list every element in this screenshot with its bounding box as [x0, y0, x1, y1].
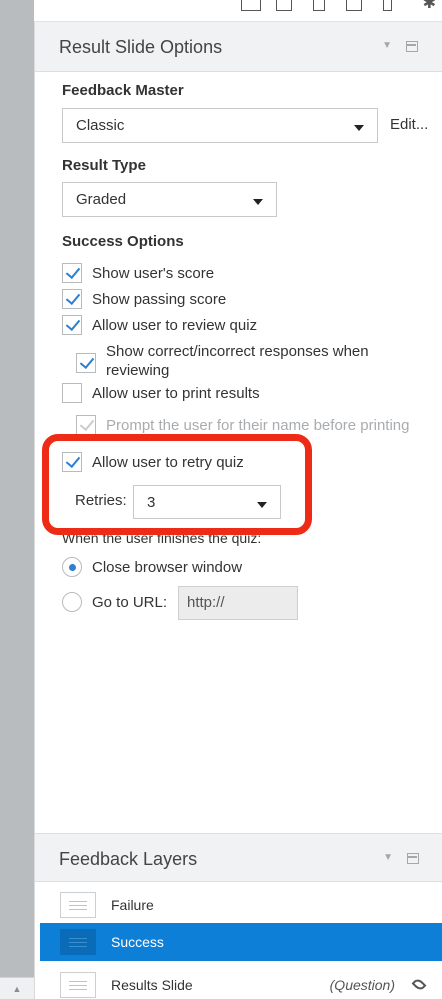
layer-name: Results Slide — [111, 977, 193, 993]
edit-feedback-master-link[interactable]: Edit... — [390, 116, 428, 133]
result-type-label: Result Type — [62, 157, 146, 174]
chevron-down-icon — [253, 199, 263, 205]
restore-icon[interactable] — [407, 853, 419, 864]
show-correct-responses-label-line2: reviewing — [106, 362, 170, 379]
collapse-arrow-icon[interactable]: ▼ — [383, 852, 393, 863]
show-score-option[interactable]: Show user's score — [62, 263, 362, 285]
show-correct-responses-label-line1: Show correct/incorrect responses when — [106, 343, 369, 360]
feedback-layers-panel: Feedback Layers ▼ Failure Success Result… — [34, 833, 442, 999]
feedback-master-value: Classic — [76, 117, 125, 134]
close-browser-radio[interactable] — [62, 557, 82, 577]
layer-name: Failure — [111, 897, 154, 913]
slide-icon[interactable] — [241, 0, 261, 11]
feedback-layers-title: Feedback Layers — [59, 849, 198, 869]
feedback-layers-header: Feedback Layers ▼ — [35, 833, 442, 882]
show-score-label: Show user's score — [92, 265, 215, 282]
show-passing-score-checkbox[interactable] — [62, 289, 82, 309]
layer-tag: (Question) — [329, 977, 395, 993]
phone-icon[interactable] — [383, 0, 392, 11]
print-results-checkbox[interactable] — [62, 383, 82, 403]
go-to-url-label: Go to URL: — [92, 594, 168, 611]
tablet-icon[interactable] — [313, 0, 325, 11]
prompt-name-label: Prompt the user for their name before pr… — [106, 417, 410, 434]
feedback-master-label: Feedback Master — [62, 82, 184, 99]
layer-name: Success — [111, 934, 164, 950]
show-passing-score-label: Show passing score — [92, 291, 227, 308]
top-toolbar: ✱ — [34, 0, 442, 22]
layer-row-results-slide[interactable]: Results Slide (Question) — [40, 966, 442, 999]
close-browser-label: Close browser window — [92, 559, 243, 576]
show-correct-responses-checkbox[interactable] — [76, 353, 96, 373]
left-gutter: ▲ — [0, 0, 34, 999]
url-input[interactable]: http:// — [178, 586, 298, 620]
go-to-url-option[interactable]: Go to URL: — [62, 592, 182, 614]
chevron-down-icon — [354, 125, 364, 131]
eye-icon[interactable] — [411, 977, 427, 992]
print-results-option[interactable]: Allow user to print results — [62, 383, 362, 405]
restore-icon[interactable] — [406, 41, 418, 52]
review-quiz-checkbox[interactable] — [62, 315, 82, 335]
collapse-arrow-icon[interactable]: ▼ — [382, 40, 392, 51]
landscape-tablet-icon[interactable] — [346, 0, 362, 11]
layer-row-success[interactable]: Success — [40, 923, 442, 961]
show-score-checkbox[interactable] — [62, 263, 82, 283]
panel-header: Result Slide Options ▼ — [35, 22, 442, 72]
print-results-label: Allow user to print results — [92, 385, 260, 402]
show-passing-score-option[interactable]: Show passing score — [62, 289, 362, 311]
desktop-icon[interactable] — [276, 0, 292, 11]
review-quiz-label: Allow user to review quiz — [92, 317, 258, 334]
show-correct-responses-option[interactable]: Show correct/incorrect responses when re… — [76, 343, 396, 388]
feedback-master-select[interactable]: Classic — [62, 108, 378, 143]
review-quiz-option[interactable]: Allow user to review quiz — [62, 315, 362, 337]
close-browser-option[interactable]: Close browser window — [62, 557, 322, 579]
panel-title: Result Slide Options — [59, 37, 223, 57]
success-options-label: Success Options — [62, 233, 184, 250]
result-type-value: Graded — [76, 191, 127, 208]
result-type-select[interactable]: Graded — [62, 182, 277, 217]
gear-icon[interactable]: ✱ — [423, 0, 436, 13]
layer-thumbnail — [60, 972, 96, 998]
prompt-name-checkbox — [76, 415, 96, 435]
go-to-url-radio[interactable] — [62, 592, 82, 612]
layer-thumbnail — [60, 929, 96, 955]
layer-row-failure[interactable]: Failure — [40, 886, 442, 924]
scroll-up-icon[interactable]: ▲ — [0, 977, 34, 999]
highlight-annotation — [42, 434, 312, 535]
layer-thumbnail — [60, 892, 96, 918]
